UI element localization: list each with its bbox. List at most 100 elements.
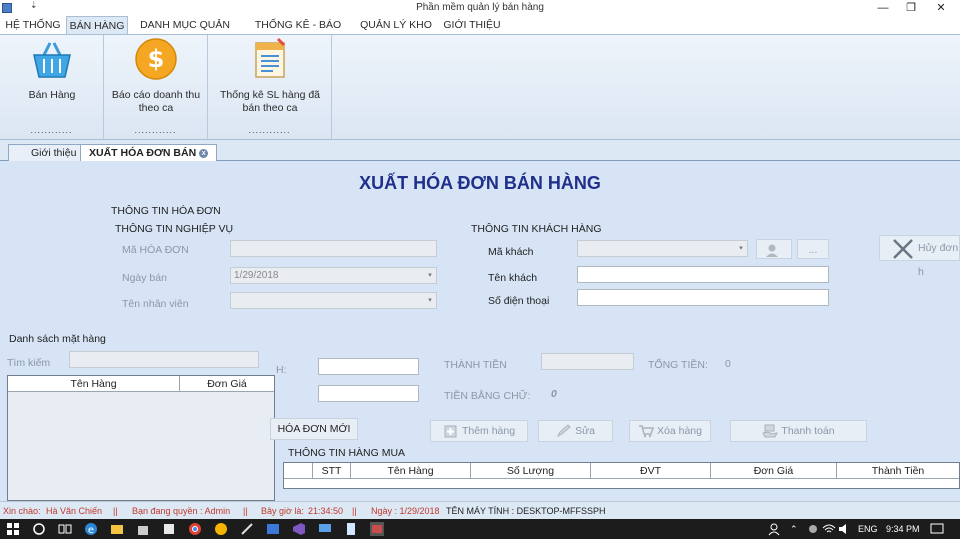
- language-indicator[interactable]: ENG: [858, 519, 878, 539]
- quantity-field[interactable]: [318, 358, 419, 375]
- minimize-button[interactable]: —: [868, 0, 898, 16]
- machine-name: TÊN MÁY TÍNH : DESKTOP-MFFSSPH: [446, 506, 606, 516]
- ribbon-panel: Bán Hàng ............ $ Báo cáo doanh th…: [0, 34, 960, 140]
- purchased-header-qty[interactable]: Số Lượng: [471, 463, 591, 479]
- window-title-bar: ⇣ Phần mềm quản lý bán hàng — ❐ ✕: [0, 0, 960, 16]
- amount-words-value: 0: [551, 388, 557, 400]
- tab-he-thong[interactable]: HỆ THỐNG: [2, 16, 64, 34]
- document-tab-bar: Giới thiệu XUẤT HÓA ĐƠN BÁN x: [0, 141, 960, 161]
- doc-tab-invoice[interactable]: XUẤT HÓA ĐƠN BÁN x: [80, 144, 218, 161]
- user-name: Hà Văn Chiến: [46, 506, 103, 516]
- cancel-invoice-button[interactable]: Hủy đơn h: [879, 235, 960, 278]
- group-dots: ............: [30, 125, 73, 135]
- sales-app-icon[interactable]: [370, 522, 384, 536]
- customer-code-label: Mã khách: [488, 246, 534, 258]
- stats-label-line1: Thống kê SL hàng đã: [219, 89, 321, 101]
- cancel-x-icon: [893, 239, 913, 259]
- chevron-down-icon[interactable]: ▾: [425, 294, 435, 307]
- purchased-grid[interactable]: STT Tên Hàng Số Lượng ĐVT Đơn Giá Thành …: [283, 462, 960, 489]
- invoice-info-heading: THÔNG TIN HÓA ĐƠN: [111, 205, 221, 217]
- tab-close-icon[interactable]: x: [199, 148, 209, 158]
- pay-button[interactable]: Thanh toán: [730, 420, 867, 442]
- remote-desktop-icon[interactable]: [318, 522, 332, 536]
- volume-icon[interactable]: [838, 522, 852, 536]
- task-view-icon[interactable]: [58, 522, 72, 536]
- purchased-header-stt[interactable]: STT: [313, 463, 351, 479]
- tab-thong-ke-bao-cao[interactable]: THỐNG KÊ - BÁO CÁO: [244, 16, 352, 49]
- tab-quan-ly-kho[interactable]: QUẢN LÝ KHO: [360, 16, 432, 34]
- tab-gioi-thieu[interactable]: GIỚI THIỆU: [440, 16, 504, 34]
- product-grid[interactable]: Tên Hàng Đơn Giá: [7, 375, 275, 501]
- phone-field[interactable]: [577, 289, 829, 306]
- purchased-header-total[interactable]: Thành Tiền: [837, 463, 959, 479]
- product-search-input[interactable]: [69, 351, 259, 368]
- people-icon[interactable]: [768, 522, 782, 536]
- pay-label: Thanh toán: [781, 425, 835, 437]
- customer-name-field[interactable]: [577, 266, 829, 283]
- revenue-report-button[interactable]: $ Báo cáo doanh thu theo ca: [106, 37, 206, 115]
- revenue-label-line2: theo ca: [138, 102, 174, 114]
- ribbon-group-revenue: $ Báo cáo doanh thu theo ca ............: [104, 35, 208, 139]
- product-header-price[interactable]: Đơn Giá: [180, 376, 274, 392]
- app-icon-blue[interactable]: [266, 522, 280, 536]
- grand-total-label: TỔNG TIỀN:: [648, 359, 708, 371]
- permission-text: Bạn đang quyền : Admin: [132, 506, 231, 516]
- customer-code-select[interactable]: ▾: [577, 240, 748, 257]
- chrome-icon[interactable]: [188, 522, 202, 536]
- notifications-icon[interactable]: [930, 522, 944, 536]
- customer-search-button[interactable]: [756, 239, 792, 259]
- amount-words-label: TIỀN BẰNG CHỮ:: [444, 390, 531, 402]
- sell-label: Bán Hàng: [28, 89, 76, 101]
- ribbon-group-stats: Thống kê SL hàng đã bán theo ca ........…: [208, 35, 332, 139]
- doc-tab-intro[interactable]: Giới thiệu: [8, 144, 86, 161]
- store-icon[interactable]: [136, 522, 150, 536]
- delete-item-label: Xóa hàng: [657, 425, 702, 437]
- tools-icon[interactable]: [240, 522, 254, 536]
- doc-tab-invoice-label: XUẤT HÓA ĐƠN BÁN: [89, 147, 197, 159]
- file-explorer-icon[interactable]: [110, 522, 124, 536]
- status-separator: ||: [113, 506, 118, 516]
- notepad-icon[interactable]: [344, 522, 358, 536]
- sale-date-picker[interactable]: 1/29/2018 ▾: [230, 267, 437, 284]
- employee-select[interactable]: ▾: [230, 292, 437, 309]
- wifi-icon[interactable]: [822, 522, 836, 536]
- sell-button[interactable]: Bán Hàng: [2, 37, 102, 102]
- edit-item-button[interactable]: Sửa: [538, 420, 613, 442]
- time-value: 21:34:50: [308, 506, 344, 516]
- app-icon-yellow[interactable]: [214, 522, 228, 536]
- employee-label: Tên nhân viên: [122, 298, 189, 310]
- tab-danh-muc-quan-ly[interactable]: DANH MỤC QUẢN LÝ: [134, 16, 236, 49]
- purchased-header-unit[interactable]: ĐVT: [591, 463, 711, 479]
- sold-stats-button[interactable]: Thống kê SL hàng đã bán theo ca: [210, 37, 330, 115]
- restore-button[interactable]: ❐: [896, 0, 926, 16]
- payment-hand-icon: [762, 424, 779, 438]
- chevron-down-icon[interactable]: ▾: [425, 269, 435, 282]
- item-total-field[interactable]: [541, 353, 634, 370]
- status-separator: ||: [352, 506, 357, 516]
- greeting-label: Xin chào:: [3, 506, 41, 516]
- edge-icon[interactable]: e: [84, 522, 98, 536]
- close-button[interactable]: ✕: [926, 0, 956, 16]
- product-header-name[interactable]: Tên Hàng: [8, 376, 180, 392]
- tray-app-icon[interactable]: [806, 522, 820, 536]
- group-dots: ............: [134, 125, 177, 135]
- taskbar-clock[interactable]: 9:34 PM: [886, 519, 920, 539]
- purchased-header-price[interactable]: Đơn Giá: [711, 463, 837, 479]
- cortana-icon[interactable]: [32, 522, 46, 536]
- add-item-button[interactable]: Thêm hàng: [430, 420, 528, 442]
- chevron-down-icon[interactable]: ▾: [736, 242, 746, 255]
- group-dots: ............: [248, 125, 291, 135]
- unit-field[interactable]: [318, 385, 419, 402]
- new-invoice-button[interactable]: HÓA ĐƠN MỚI: [270, 418, 358, 440]
- purchased-header-name[interactable]: Tên Hàng: [351, 463, 471, 479]
- visual-studio-icon[interactable]: [292, 522, 306, 536]
- pencil-icon: [556, 424, 571, 438]
- delete-item-button[interactable]: Xóa hàng: [629, 420, 711, 442]
- customer-more-button[interactable]: ...: [797, 239, 829, 259]
- photos-icon[interactable]: [162, 522, 176, 536]
- tray-chevron-icon[interactable]: ⌃: [790, 519, 798, 539]
- windows-start-icon[interactable]: [6, 522, 20, 536]
- tab-ban-hang[interactable]: BÁN HÀNG: [66, 16, 128, 35]
- product-list-heading: Danh sách mặt hàng: [9, 333, 106, 345]
- invoice-code-field[interactable]: [230, 240, 437, 257]
